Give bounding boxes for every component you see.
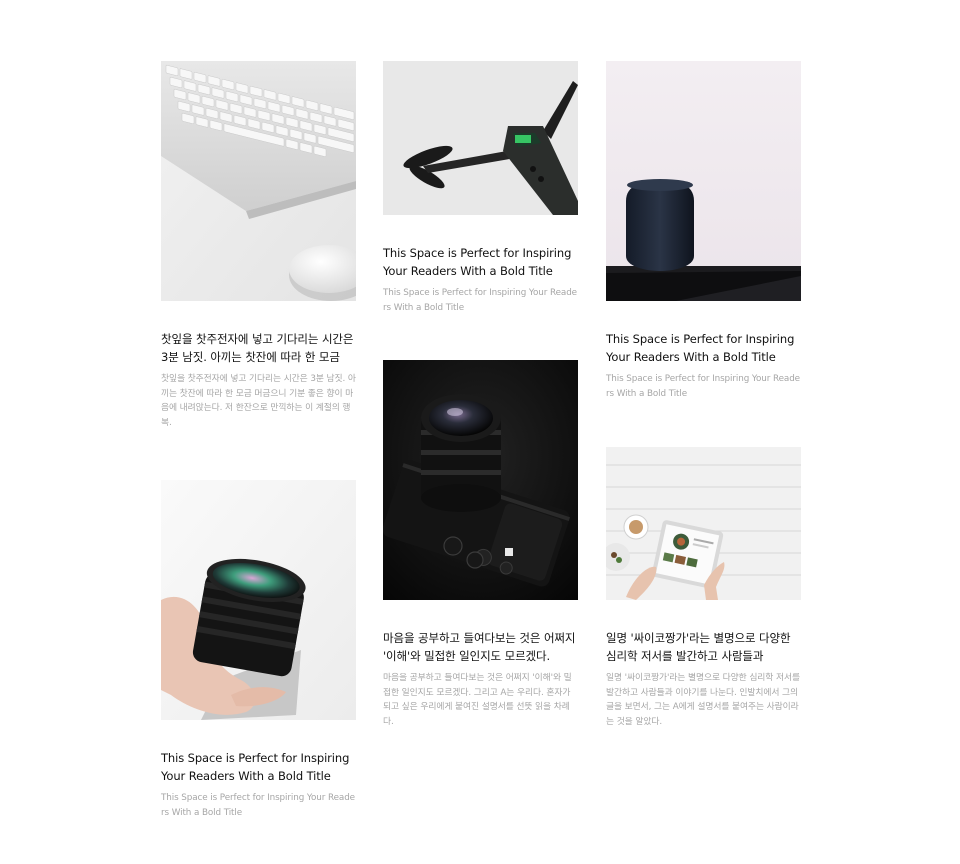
post-card-keyboard[interactable]: 찻잎을 찻주전자에 넣고 기다리는 시간은 3분 남짓. 아끼는 찻잔에 따라 … bbox=[161, 61, 356, 430]
post-card-drone[interactable]: This Space is Perfect for Inspiring Your… bbox=[383, 61, 578, 315]
post-description: 마음을 공부하고 들여다보는 것은 어쩌지 '이해'와 밀접한 일인지도 모르겠… bbox=[383, 673, 572, 727]
post-image-tablet[interactable] bbox=[606, 447, 801, 600]
post-title[interactable]: This Space is Perfect for Inspiring Your… bbox=[606, 331, 801, 366]
post-title[interactable]: 찻잎을 찻주전자에 넣고 기다리는 시간은 3분 남짓. 아끼는 찻잔에 따라 … bbox=[161, 331, 356, 366]
post-image-lens[interactable] bbox=[161, 480, 356, 720]
post-title[interactable]: This Space is Perfect for Inspiring Your… bbox=[161, 750, 356, 785]
post-card-speaker[interactable]: This Space is Perfect for Inspiring Your… bbox=[606, 61, 801, 401]
post-title[interactable]: This Space is Perfect for Inspiring Your… bbox=[383, 245, 578, 280]
post-title[interactable]: 일명 '싸이코짱가'라는 별명으로 다양한 심리학 저서를 발간하고 사람들과 bbox=[606, 630, 801, 665]
post-description: 일명 '싸이코짱가'라는 별명으로 다양한 심리학 저서를 발간하고 사람들과 … bbox=[606, 673, 800, 727]
keyboard-image-graphic bbox=[161, 61, 356, 301]
post-description: This Space is Perfect for Inspiring Your… bbox=[606, 374, 800, 399]
drone-image-graphic bbox=[383, 61, 578, 215]
post-title[interactable]: 마음을 공부하고 들여다보는 것은 어쩌지 '이해'와 밀접한 일인지도 모르겠… bbox=[383, 630, 578, 665]
post-image-camera[interactable] bbox=[383, 360, 578, 600]
post-description: 찻잎을 찻주전자에 넣고 기다리는 시간은 3분 남짓. 아끼는 찻잔에 따라 … bbox=[161, 374, 356, 428]
post-card-lens[interactable]: This Space is Perfect for Inspiring Your… bbox=[161, 480, 356, 820]
post-description: This Space is Perfect for Inspiring Your… bbox=[383, 288, 577, 313]
post-card-tablet[interactable]: 일명 '싸이코짱가'라는 별명으로 다양한 심리학 저서를 발간하고 사람들과 … bbox=[606, 447, 801, 729]
post-image-speaker[interactable] bbox=[606, 61, 801, 301]
post-image-drone[interactable] bbox=[383, 61, 578, 215]
post-description: This Space is Perfect for Inspiring Your… bbox=[161, 793, 355, 818]
speaker-image-graphic bbox=[606, 61, 801, 301]
post-card-camera[interactable]: 마음을 공부하고 들여다보는 것은 어쩌지 '이해'와 밀접한 일인지도 모르겠… bbox=[383, 360, 578, 729]
post-image-keyboard[interactable] bbox=[161, 61, 356, 301]
tablet-image-graphic bbox=[606, 447, 801, 600]
camera-image-graphic bbox=[383, 360, 578, 600]
lens-image-graphic bbox=[161, 480, 356, 720]
